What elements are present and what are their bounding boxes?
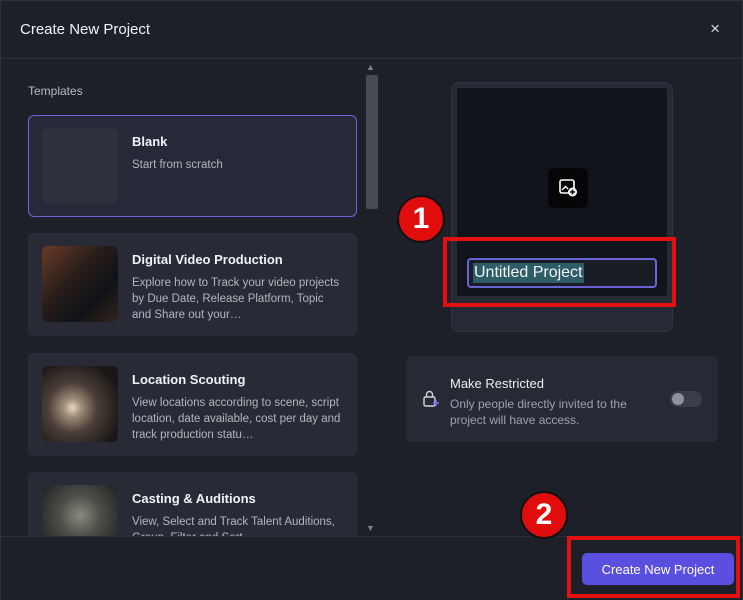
template-thumbnail-blank [42, 128, 118, 204]
restricted-description: Only people directly invited to the proj… [450, 397, 627, 427]
make-restricted-panel: Make Restricted Only people directly inv… [406, 356, 718, 442]
step-badge-1: 1 [397, 195, 445, 243]
highlight-box-name [443, 237, 676, 307]
template-title: Blank [132, 134, 168, 149]
dialog-header: Create New Project × [1, 1, 742, 59]
scrollbar-thumb[interactable] [366, 75, 378, 209]
template-description: View locations according to scene, scrip… [132, 397, 341, 441]
templates-label: Templates [28, 84, 83, 98]
template-description: Explore how to Track your video projects… [132, 277, 340, 321]
template-card-blank[interactable]: Blank Start from scratch [28, 115, 357, 217]
template-card-digital-video[interactable]: Digital Video Production Explore how to … [28, 233, 357, 336]
scroll-up-icon[interactable]: ▲ [366, 62, 375, 72]
lock-icon [423, 390, 439, 407]
template-thumbnail-location [42, 366, 118, 442]
templates-pane: Templates Blank Start from scratch Digit… [1, 60, 384, 536]
image-plus-icon[interactable] [548, 168, 588, 208]
restricted-toggle[interactable] [670, 391, 702, 407]
close-icon[interactable]: × [710, 19, 720, 39]
highlight-box-create [567, 536, 740, 598]
template-title: Digital Video Production [132, 252, 283, 267]
template-title: Casting & Auditions [132, 491, 256, 506]
template-card-casting[interactable]: Casting & Auditions View, Select and Tra… [28, 472, 357, 536]
dialog-title: Create New Project [20, 21, 151, 38]
template-description: Start from scratch [132, 159, 223, 171]
template-thumbnail-video [42, 246, 118, 322]
template-card-location-scouting[interactable]: Location Scouting View locations accordi… [28, 353, 357, 456]
scroll-down-icon[interactable]: ▼ [366, 523, 375, 533]
template-title: Location Scouting [132, 372, 246, 387]
templates-scrollbar[interactable]: ▲ ▼ [364, 62, 380, 533]
restricted-title: Make Restricted [450, 376, 544, 391]
step-badge-2: 2 [520, 491, 568, 539]
template-description: View, Select and Track Talent Auditions,… [132, 516, 335, 536]
toggle-knob [672, 393, 684, 405]
template-thumbnail-casting [42, 485, 118, 536]
